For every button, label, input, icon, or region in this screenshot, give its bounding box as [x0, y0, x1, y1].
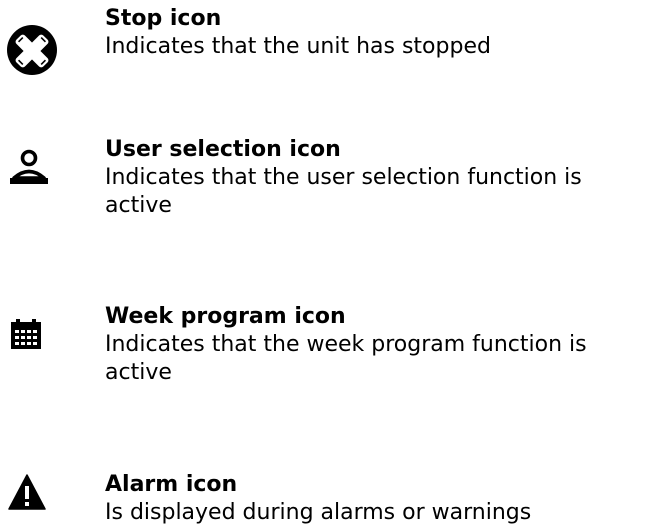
- alarm-icon-description: Is displayed during alarms or warnings: [105, 500, 532, 525]
- user-selection-icon-title: User selection icon: [105, 137, 341, 162]
- alarm-icon: [8, 474, 46, 510]
- icon-legend-page: { "entries": [ { "icon": "stop-icon", "t…: [0, 0, 655, 530]
- week-program-icon: [11, 319, 41, 349]
- user-selection-icon-description: Indicates that the user selection functi…: [105, 165, 582, 218]
- user-selection-icon: [10, 149, 48, 184]
- alarm-icon-title: Alarm icon: [105, 472, 238, 497]
- stop-icon: [7, 25, 57, 75]
- stop-icon-description: Indicates that the unit has stopped: [105, 34, 491, 59]
- stop-icon-title: Stop icon: [105, 6, 222, 31]
- week-program-icon-description: Indicates that the week program function…: [105, 332, 587, 385]
- week-program-icon-title: Week program icon: [105, 304, 346, 329]
